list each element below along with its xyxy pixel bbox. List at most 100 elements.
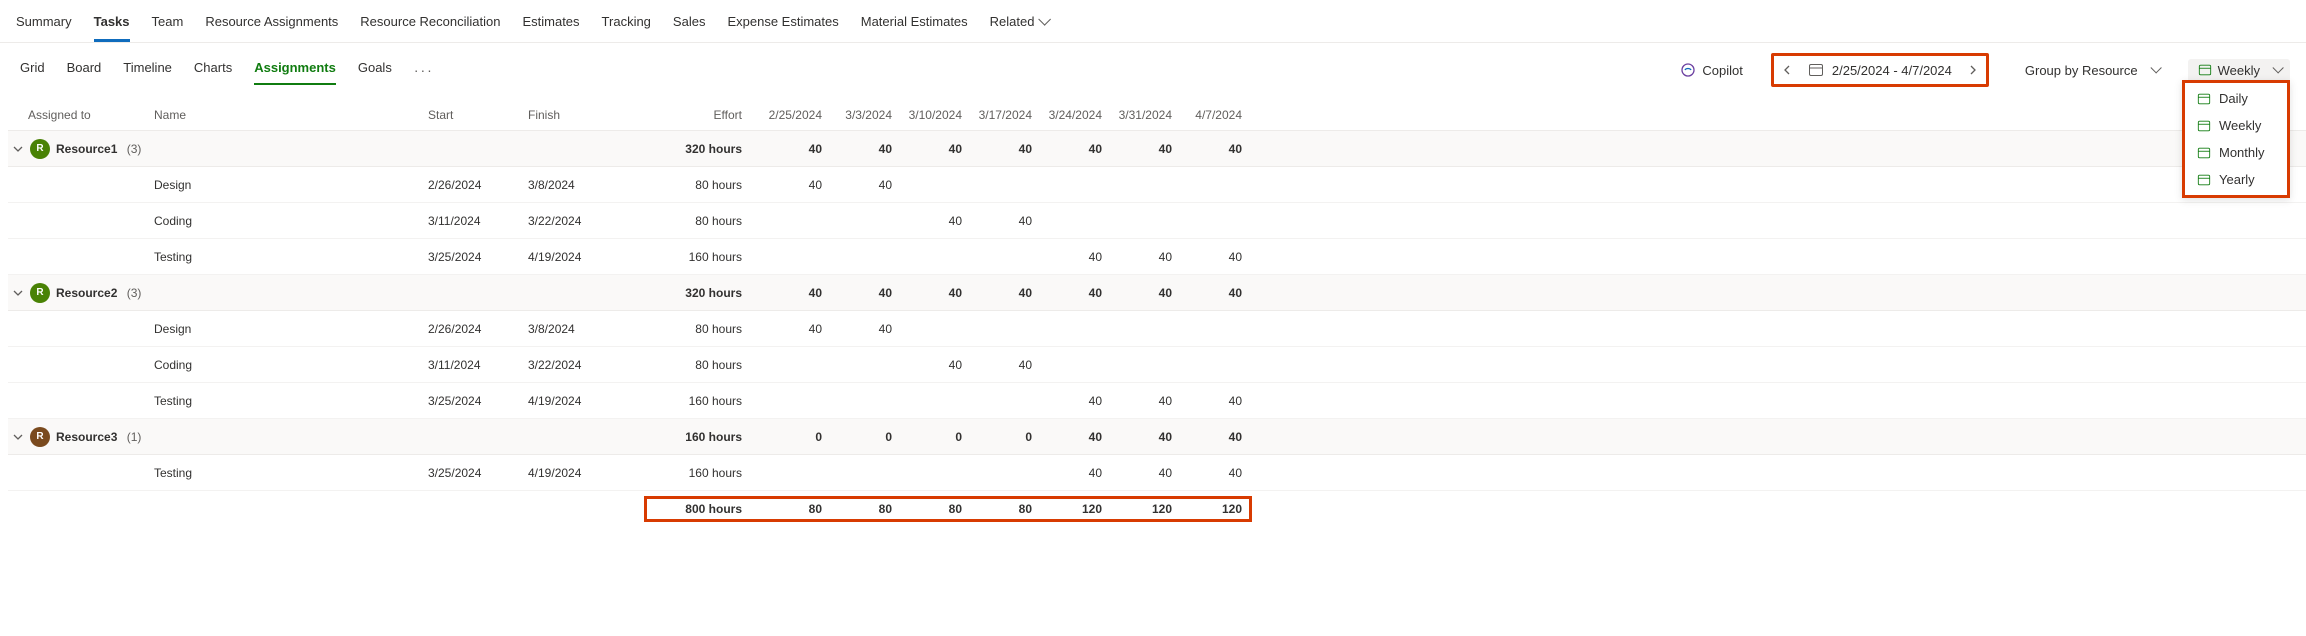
- more-icon[interactable]: ···: [414, 62, 434, 78]
- tab-tasks[interactable]: Tasks: [94, 8, 130, 42]
- group-effort: 320 hours: [648, 142, 758, 156]
- group-row[interactable]: R Resource1 (3) 320 hours 40404040404040: [8, 131, 2306, 167]
- col-effort[interactable]: Effort: [648, 108, 758, 122]
- tab-related[interactable]: Related: [990, 8, 1048, 42]
- task-row[interactable]: Testing 3/25/2024 4/19/2024 160 hours 40…: [8, 455, 2306, 491]
- group-val-1: 40: [828, 286, 898, 300]
- group-label: Resource3: [56, 430, 117, 444]
- task-name: Testing: [148, 466, 428, 480]
- task-start: 3/25/2024: [428, 466, 528, 480]
- group-row[interactable]: R Resource2 (3) 320 hours 40404040404040: [8, 275, 2306, 311]
- group-by-label: Group by Resource: [2025, 63, 2138, 78]
- task-val-0: 40: [758, 322, 828, 336]
- copilot-label: Copilot: [1702, 63, 1742, 78]
- tab-expense-estimates[interactable]: Expense Estimates: [727, 8, 838, 42]
- group-row[interactable]: R Resource3 (1) 160 hours 0000404040: [8, 419, 2306, 455]
- task-row[interactable]: Design 2/26/2024 3/8/2024 80 hours 4040: [8, 311, 2306, 347]
- tab-estimates[interactable]: Estimates: [522, 8, 579, 42]
- task-finish: 3/8/2024: [528, 178, 648, 192]
- avatar: R: [30, 427, 50, 447]
- group-by-dropdown[interactable]: Group by Resource: [2015, 59, 2168, 82]
- sub-bar: Grid Board Timeline Charts Assignments G…: [0, 43, 2306, 95]
- task-row[interactable]: Design 2/26/2024 3/8/2024 80 hours 4040: [8, 167, 2306, 203]
- group-label: Resource2: [56, 286, 117, 300]
- col-assigned[interactable]: Assigned to: [8, 108, 148, 122]
- tab-resource-reconciliation[interactable]: Resource Reconciliation: [360, 8, 500, 42]
- group-count: (3): [123, 286, 141, 300]
- col-name[interactable]: Name: [148, 108, 428, 122]
- col-period-3[interactable]: 3/17/2024: [968, 108, 1038, 122]
- col-period-5[interactable]: 3/31/2024: [1108, 108, 1178, 122]
- col-start[interactable]: Start: [428, 108, 528, 122]
- prev-period-button[interactable]: [1776, 58, 1798, 82]
- copilot-button[interactable]: Copilot: [1672, 58, 1750, 82]
- group-val-3: 0: [968, 430, 1038, 444]
- task-effort: 80 hours: [648, 322, 758, 336]
- task-start: 3/11/2024: [428, 358, 528, 372]
- group-val-1: 0: [828, 430, 898, 444]
- date-range-picker: 2/25/2024 - 4/7/2024: [1771, 53, 1989, 87]
- tab-summary[interactable]: Summary: [16, 8, 72, 42]
- timescale-dropdown[interactable]: Weekly: [2188, 59, 2290, 82]
- timescale-option-weekly[interactable]: Weekly: [2185, 112, 2287, 139]
- group-val-6: 40: [1178, 430, 1248, 444]
- timescale-option-daily[interactable]: Daily: [2185, 85, 2287, 112]
- group-val-6: 40: [1178, 142, 1248, 156]
- total-effort: 800 hours: [648, 502, 758, 516]
- next-period-button[interactable]: [1962, 58, 1984, 82]
- task-row[interactable]: Coding 3/11/2024 3/22/2024 80 hours 4040: [8, 203, 2306, 239]
- subtab-charts[interactable]: Charts: [194, 56, 232, 85]
- subtab-board[interactable]: Board: [67, 56, 102, 85]
- task-finish: 4/19/2024: [528, 250, 648, 264]
- tab-material-estimates[interactable]: Material Estimates: [861, 8, 968, 42]
- col-period-6[interactable]: 4/7/2024: [1178, 108, 1248, 122]
- task-row[interactable]: Testing 3/25/2024 4/19/2024 160 hours 40…: [8, 383, 2306, 419]
- expand-toggle[interactable]: [12, 287, 24, 299]
- task-val-6: 40: [1178, 466, 1248, 480]
- tab-sales[interactable]: Sales: [673, 8, 706, 42]
- task-finish: 3/22/2024: [528, 214, 648, 228]
- total-val-3: 80: [968, 502, 1038, 516]
- timescale-option-yearly[interactable]: Yearly: [2185, 166, 2287, 193]
- group-effort: 320 hours: [648, 286, 758, 300]
- task-val-3: 40: [968, 214, 1038, 228]
- task-row[interactable]: Coding 3/11/2024 3/22/2024 80 hours 4040: [8, 347, 2306, 383]
- tab-resource-assignments[interactable]: Resource Assignments: [205, 8, 338, 42]
- totals-row: 800 hours 80 80 80 80 120 120 120: [8, 491, 2306, 527]
- date-range-button[interactable]: 2/25/2024 - 4/7/2024: [1798, 62, 1962, 78]
- group-count: (3): [123, 142, 141, 156]
- calendar-week-icon: [2197, 119, 2211, 133]
- group-val-2: 40: [898, 142, 968, 156]
- col-finish[interactable]: Finish: [528, 108, 648, 122]
- col-period-2[interactable]: 3/10/2024: [898, 108, 968, 122]
- calendar-icon: [2198, 63, 2212, 77]
- task-effort: 80 hours: [648, 214, 758, 228]
- subtab-assignments[interactable]: Assignments: [254, 56, 336, 85]
- group-val-5: 40: [1108, 142, 1178, 156]
- subtab-grid[interactable]: Grid: [20, 56, 45, 85]
- date-range-label: 2/25/2024 - 4/7/2024: [1832, 63, 1952, 78]
- chevron-down-icon: [13, 144, 23, 154]
- col-period-4[interactable]: 3/24/2024: [1038, 108, 1108, 122]
- task-finish: 4/19/2024: [528, 394, 648, 408]
- task-val-1: 40: [828, 178, 898, 192]
- calendar-day-icon: [2197, 92, 2211, 106]
- calendar-month-icon: [2197, 146, 2211, 160]
- task-val-5: 40: [1108, 250, 1178, 264]
- subtab-timeline[interactable]: Timeline: [123, 56, 172, 85]
- subtab-goals[interactable]: Goals: [358, 56, 392, 85]
- task-val-6: 40: [1178, 250, 1248, 264]
- tab-tracking[interactable]: Tracking: [602, 8, 651, 42]
- timescale-label: Weekly: [2218, 63, 2260, 78]
- task-row[interactable]: Testing 3/25/2024 4/19/2024 160 hours 40…: [8, 239, 2306, 275]
- task-name: Testing: [148, 394, 428, 408]
- col-period-1[interactable]: 3/3/2024: [828, 108, 898, 122]
- sub-tabs: Grid Board Timeline Charts Assignments G…: [20, 56, 434, 85]
- expand-toggle[interactable]: [12, 431, 24, 443]
- timescale-option-monthly[interactable]: Monthly: [2185, 139, 2287, 166]
- task-effort: 160 hours: [648, 466, 758, 480]
- col-period-0[interactable]: 2/25/2024: [758, 108, 828, 122]
- task-finish: 3/22/2024: [528, 358, 648, 372]
- tab-team[interactable]: Team: [152, 8, 184, 42]
- expand-toggle[interactable]: [12, 143, 24, 155]
